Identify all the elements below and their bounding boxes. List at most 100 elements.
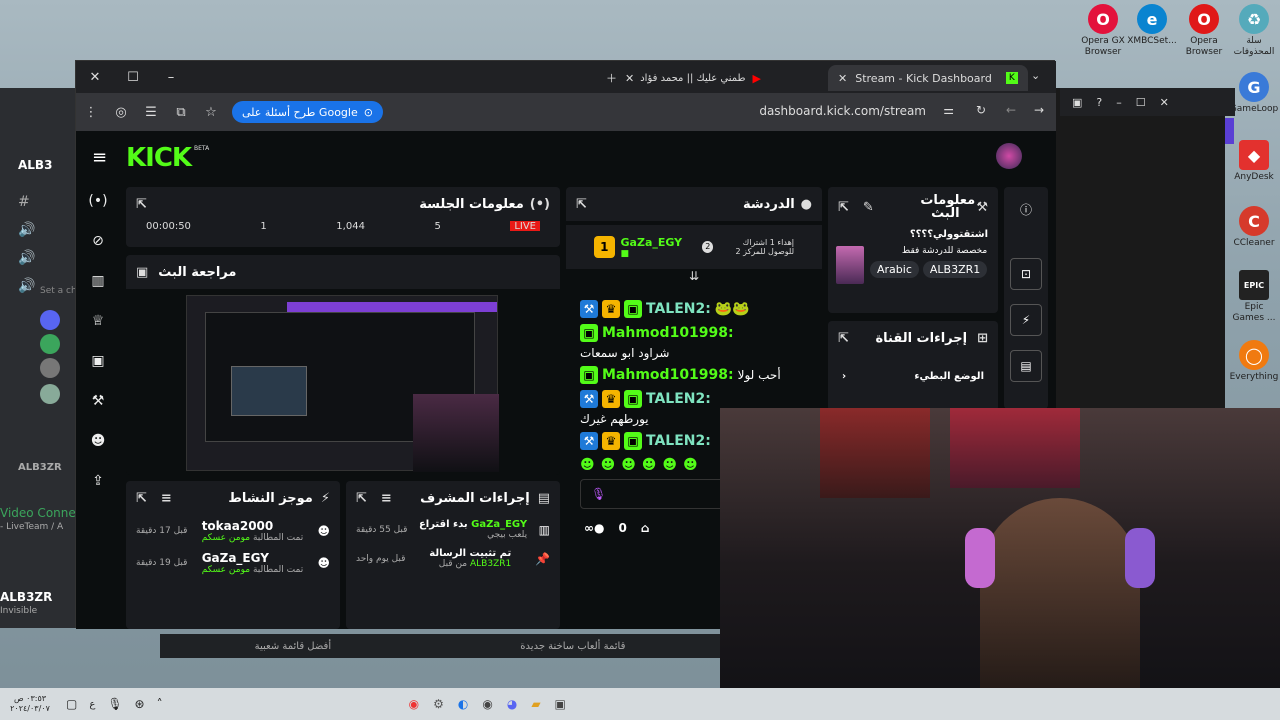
minimize-icon[interactable]: – xyxy=(1116,96,1122,109)
extensions-icon[interactable]: ⧉ xyxy=(166,97,196,127)
screenshot-icon[interactable]: ▣ xyxy=(1072,96,1082,109)
focus-icon[interactable]: ⊡ xyxy=(1010,258,1042,290)
everything-icon: ◯ xyxy=(1239,340,1269,370)
google-lens-button[interactable]: طرح أسئلة على Google ⊙ xyxy=(232,101,383,123)
lightning-icon[interactable]: ⚡ xyxy=(1010,304,1042,336)
desktop-icon-opera-gx[interactable]: O Opera GX Browser xyxy=(1077,4,1129,58)
avatar[interactable] xyxy=(40,334,60,354)
reload-icon[interactable]: ↻ xyxy=(976,103,986,117)
tab-close-icon[interactable]: ✕ xyxy=(625,72,634,85)
site-settings-icon[interactable]: ⚌ xyxy=(943,103,954,117)
desktop-icon-gameloop[interactable]: G GameLoop xyxy=(1228,72,1280,115)
microphone-icon[interactable]: 🎙 xyxy=(591,487,606,501)
trophy-icon[interactable]: ♕ xyxy=(88,313,108,329)
network-icon[interactable]: ⊛ xyxy=(135,697,145,711)
avatar[interactable] xyxy=(40,358,60,378)
expand-icon[interactable]: ⇱ xyxy=(838,200,849,215)
forward-icon[interactable]: ← xyxy=(1006,103,1016,117)
app-icon[interactable]: ▣ xyxy=(555,697,566,711)
desktop-icon-anydesk[interactable]: ◆ AnyDesk xyxy=(1228,140,1280,183)
discord-server-name: ALB3 xyxy=(18,158,53,172)
bookmark-star-icon[interactable]: ☆ xyxy=(196,97,226,127)
tag[interactable]: ALB3ZR1 xyxy=(922,261,988,278)
activity-item[interactable]: قبل 19 دقيقة GaZa_EGY تمت المطالبة مومن ع… xyxy=(126,547,340,579)
info-icon[interactable]: ⓘ xyxy=(1004,187,1048,218)
webcam-overlay xyxy=(720,408,1280,720)
avatar[interactable] xyxy=(40,384,60,404)
edge-icon[interactable]: ◐ xyxy=(458,697,468,711)
maximize-icon[interactable]: ☐ xyxy=(114,61,152,93)
opera-gx-icon: O xyxy=(1088,4,1118,34)
category-name[interactable]: مخصصة للدردشة فقط xyxy=(870,246,987,256)
discord-user[interactable]: ALB3ZR xyxy=(0,590,52,604)
filter-icon[interactable]: ≡ xyxy=(381,491,392,506)
mod-action-item[interactable]: قبل يوم واحد تم تثبيت الرسالة من قبل ALB3… xyxy=(346,544,560,573)
desktop-icon-edge[interactable]: e XMBCSet... xyxy=(1126,4,1178,47)
discord-status: Set a ch xyxy=(40,286,77,296)
desktop-icon-everything[interactable]: ◯ Everything xyxy=(1228,340,1280,383)
expand-icon[interactable]: ⇱ xyxy=(136,197,147,212)
settings-icon[interactable]: ⚙ xyxy=(433,697,444,711)
maximize-icon[interactable]: ☐ xyxy=(1136,96,1146,109)
desktop-icon-opera[interactable]: O Opera Browser xyxy=(1178,4,1230,58)
chat-title: الدردشة xyxy=(742,196,795,212)
desktop-icon-recycle-bin[interactable]: ♻ سلة المحذوفات xyxy=(1228,4,1280,58)
link-icon[interactable]: ⊘ xyxy=(88,233,108,249)
kick-logo[interactable]: KICK xyxy=(126,143,192,173)
gift-icon[interactable]: ⌂ xyxy=(641,521,650,535)
new-tab-icon[interactable]: ＋ xyxy=(606,70,617,86)
tab-search-icon[interactable]: ⌄ xyxy=(1031,69,1040,82)
help-icon[interactable]: ? xyxy=(1096,96,1102,109)
analytics-icon[interactable]: ▥ xyxy=(88,273,108,289)
file-explorer-icon[interactable]: ▰ xyxy=(531,697,540,711)
tag[interactable]: Arabic xyxy=(870,261,919,278)
language-indicator[interactable]: ع xyxy=(89,699,95,710)
expand-icon[interactable]: ⇱ xyxy=(356,491,367,506)
avatar[interactable] xyxy=(40,310,60,330)
wrench-icon[interactable]: ⚒ xyxy=(88,393,108,409)
desktop-icon-epic-games[interactable]: EPIC Epic Games ... xyxy=(1228,270,1280,324)
activity-title: موجز النشاط xyxy=(228,490,313,506)
expand-icon[interactable]: ⇱ xyxy=(838,331,849,346)
obs-icon[interactable]: ◉ xyxy=(482,697,492,711)
profile-icon[interactable]: ◎ xyxy=(106,97,136,127)
live-broadcast-icon[interactable]: (•) xyxy=(88,193,108,209)
tab-youtube[interactable]: ＋ ✕ طمني عليك || محمد فؤاد - YouTube ▶ xyxy=(596,65,771,91)
category-thumbnail[interactable] xyxy=(836,246,864,284)
desktop-icon-ccleaner[interactable]: C CCleaner xyxy=(1228,206,1280,249)
opera-icon: O xyxy=(1189,4,1219,34)
close-icon[interactable]: ✕ xyxy=(1160,96,1169,109)
hamburger-menu-icon[interactable]: ≡ xyxy=(92,147,107,168)
clock[interactable]: ٠٣:٥٣ ص ٢٠٢٤/٠٣/٠٧ xyxy=(0,694,60,714)
upload-icon[interactable]: ⇪ xyxy=(88,473,108,489)
tab-kick-dashboard[interactable]: ✕ Stream - Kick Dashboard K xyxy=(828,65,1028,91)
users-icon[interactable]: ☻ xyxy=(88,433,108,449)
mod-action-item[interactable]: قبل 55 دقيقة بدء اقتراع GaZa_EGY يلعب بيج… xyxy=(346,515,560,544)
mod-actions-panel: ⇱ ≡ إجراءات المشرف ▤ قبل 55 دقيقة بدء اقتر… xyxy=(346,481,560,629)
reading-list-icon[interactable]: ☰ xyxy=(136,97,166,127)
tab-close-icon[interactable]: ✕ xyxy=(838,72,847,85)
discord-icon[interactable]: ◕ xyxy=(507,697,517,711)
video-icon[interactable]: ▣ xyxy=(88,353,108,369)
minimize-icon[interactable]: – xyxy=(152,61,190,93)
url-input[interactable]: dashboard.kick.com/stream xyxy=(759,104,926,118)
edit-icon[interactable]: ✎ xyxy=(863,200,874,215)
subscriber-badge-icon: ▣ xyxy=(580,324,598,342)
expand-icon[interactable]: ⇱ xyxy=(576,197,587,212)
expand-icon[interactable]: ⇱ xyxy=(136,491,147,506)
chevron-up-icon[interactable]: ˄ xyxy=(157,697,163,711)
chrome-icon[interactable]: ◉ xyxy=(409,697,419,711)
notification-icon[interactable]: ▢ xyxy=(66,697,77,711)
activity-item[interactable]: قبل 17 دقيقة tokaa2000 تمت المطالبة مومن … xyxy=(126,515,340,547)
collapse-icon[interactable]: ⇊ xyxy=(566,269,822,283)
notes-icon[interactable]: ▤ xyxy=(1010,350,1042,382)
close-window-icon[interactable]: ✕ xyxy=(76,61,114,93)
infinity-icon[interactable]: ∞● xyxy=(584,521,604,535)
back-icon[interactable]: → xyxy=(1034,103,1044,117)
microphone-icon[interactable]: 🎙 xyxy=(107,697,122,711)
filter-icon[interactable]: ≡ xyxy=(161,491,172,506)
slow-mode-item[interactable]: › الوضع البطيء xyxy=(828,355,998,398)
avatar[interactable] xyxy=(996,143,1022,169)
stream-preview-video[interactable] xyxy=(186,295,499,472)
menu-dots-icon[interactable]: ⋮ xyxy=(76,97,106,127)
